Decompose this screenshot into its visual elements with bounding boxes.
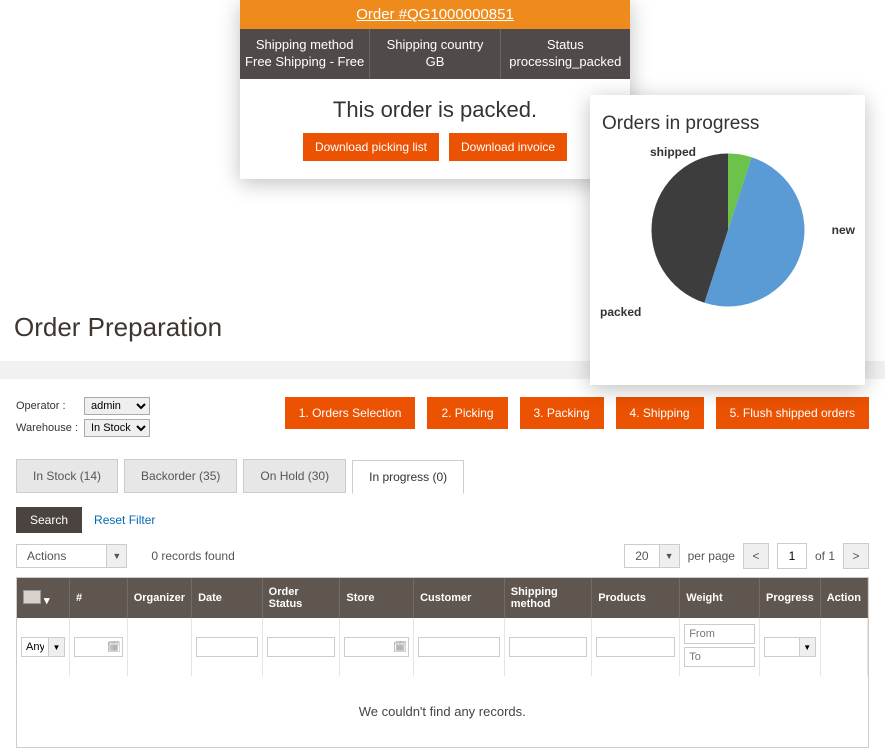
page-of-label: of 1 xyxy=(815,549,835,563)
shipping-country-label: Shipping country xyxy=(387,37,484,52)
chevron-down-icon[interactable]: ▼ xyxy=(660,544,680,568)
step-picking-button[interactable]: 2. Picking xyxy=(427,397,507,429)
filter-bar: Search Reset Filter xyxy=(16,507,869,533)
reset-filter-link[interactable]: Reset Filter xyxy=(94,513,155,527)
prev-page-button[interactable]: < xyxy=(743,543,769,569)
pie-label-new: new xyxy=(832,223,855,237)
filter-status-input[interactable] xyxy=(267,637,336,657)
download-picking-list-button[interactable]: Download picking list xyxy=(303,133,439,161)
chevron-down-icon[interactable]: ▼ xyxy=(49,637,65,657)
next-page-button[interactable]: > xyxy=(843,543,869,569)
calendar-icon[interactable]: 🗓 xyxy=(107,641,121,654)
order-status-message: This order is packed. xyxy=(240,79,630,133)
pie-label-shipped: shipped xyxy=(650,145,696,159)
col-number[interactable]: # xyxy=(70,578,128,618)
col-progress[interactable]: Progress xyxy=(760,578,821,618)
operator-warehouse-selectors: Operator : admin Warehouse : In Stock xyxy=(16,397,150,437)
orders-in-progress-card: Orders in progress shipped new packed xyxy=(590,95,865,385)
order-detail-card: Order #QG1000000851 Shipping method Free… xyxy=(240,0,630,179)
empty-message: We couldn't find any records. xyxy=(17,676,868,747)
operator-label: Operator : xyxy=(16,400,78,412)
filter-any-input[interactable] xyxy=(21,637,49,657)
col-checkbox[interactable]: ▾ xyxy=(17,578,70,618)
per-page-label: per page xyxy=(688,549,735,563)
pie-chart-title: Orders in progress xyxy=(602,113,853,135)
filter-row: ▼ 🗓 🗓 ▼ xyxy=(17,618,868,676)
workflow-steps: 1. Orders Selection 2. Picking 3. Packin… xyxy=(285,397,869,429)
grid-toolbar: Actions ▼ 0 records found 20 ▼ per page … xyxy=(16,543,869,569)
col-date[interactable]: Date xyxy=(192,578,263,618)
page-number-input[interactable] xyxy=(777,543,807,569)
tab-backorder[interactable]: Backorder (35) xyxy=(124,459,237,493)
col-store[interactable]: Store xyxy=(340,578,414,618)
col-shipping-method[interactable]: Shipping method xyxy=(504,578,592,618)
table-header-row: ▾ # Organizer Date Order Status Store Cu… xyxy=(17,578,868,618)
download-invoice-button[interactable]: Download invoice xyxy=(449,133,567,161)
orders-grid: ▾ # Organizer Date Order Status Store Cu… xyxy=(16,577,869,748)
col-action[interactable]: Action xyxy=(820,578,867,618)
filter-checkbox-select[interactable]: ▼ xyxy=(21,637,65,657)
col-customer[interactable]: Customer xyxy=(414,578,505,618)
orders-table: ▾ # Organizer Date Order Status Store Cu… xyxy=(17,578,868,747)
shipping-method-cell: Shipping method Free Shipping - Free xyxy=(240,29,370,79)
col-products[interactable]: Products xyxy=(592,578,680,618)
pie-chart: shipped new packed xyxy=(602,145,853,365)
operator-select[interactable]: admin xyxy=(84,397,150,415)
checkbox-header-icon[interactable] xyxy=(23,590,41,604)
filter-weight-range xyxy=(684,624,755,667)
pie-label-packed: packed xyxy=(600,305,641,319)
filter-date-input[interactable] xyxy=(196,637,258,657)
actions-dropdown[interactable]: Actions ▼ xyxy=(16,544,127,568)
status-label: Status xyxy=(547,37,584,52)
search-button[interactable]: Search xyxy=(16,507,82,533)
per-page-select[interactable]: 20 ▼ xyxy=(624,544,679,568)
order-meta-row: Shipping method Free Shipping - Free Shi… xyxy=(240,29,630,79)
filter-customer-input[interactable] xyxy=(418,637,500,657)
chevron-down-icon[interactable]: ▼ xyxy=(800,637,816,657)
tab-in-progress[interactable]: In progress (0) xyxy=(352,460,464,494)
col-order-status[interactable]: Order Status xyxy=(262,578,340,618)
filter-shipping-input[interactable] xyxy=(509,637,588,657)
pager: 20 ▼ per page < of 1 > xyxy=(624,543,869,569)
shipping-method-value: Free Shipping - Free xyxy=(245,54,364,69)
order-title-link[interactable]: Order #QG1000000851 xyxy=(240,0,630,29)
filter-weight-from-input[interactable] xyxy=(684,624,755,644)
step-flush-button[interactable]: 5. Flush shipped orders xyxy=(716,397,869,429)
warehouse-label: Warehouse : xyxy=(16,422,78,434)
records-found-text: 0 records found xyxy=(151,549,234,563)
shipping-country-value: GB xyxy=(426,54,445,69)
step-packing-button[interactable]: 3. Packing xyxy=(520,397,604,429)
order-buttons: Download picking list Download invoice xyxy=(240,133,630,179)
controls-row: Operator : admin Warehouse : In Stock 1.… xyxy=(0,397,885,437)
shipping-country-cell: Shipping country GB xyxy=(370,29,500,79)
step-orders-selection-button[interactable]: 1. Orders Selection xyxy=(285,397,416,429)
tab-on-hold[interactable]: On Hold (30) xyxy=(243,459,346,493)
status-cell: Status processing_packed xyxy=(501,29,630,79)
filter-progress-input[interactable] xyxy=(764,637,800,657)
tab-in-stock[interactable]: In Stock (14) xyxy=(16,459,118,493)
actions-dropdown-label: Actions xyxy=(16,544,107,568)
tabs: In Stock (14) Backorder (35) On Hold (30… xyxy=(16,459,869,493)
col-weight[interactable]: Weight xyxy=(680,578,760,618)
col-organizer[interactable]: Organizer xyxy=(127,578,191,618)
step-shipping-button[interactable]: 4. Shipping xyxy=(616,397,704,429)
calendar-icon[interactable]: 🗓 xyxy=(393,641,407,654)
per-page-value: 20 xyxy=(624,544,659,568)
status-value: processing_packed xyxy=(509,54,621,69)
filter-products-input[interactable] xyxy=(596,637,675,657)
chevron-down-icon[interactable]: ▼ xyxy=(107,544,127,568)
filter-progress-select[interactable]: ▼ xyxy=(764,637,816,657)
warehouse-select[interactable]: In Stock xyxy=(84,419,150,437)
filter-weight-to-input[interactable] xyxy=(684,647,755,667)
empty-row: We couldn't find any records. xyxy=(17,676,868,747)
pie-svg xyxy=(643,145,813,315)
shipping-method-label: Shipping method xyxy=(256,37,354,52)
